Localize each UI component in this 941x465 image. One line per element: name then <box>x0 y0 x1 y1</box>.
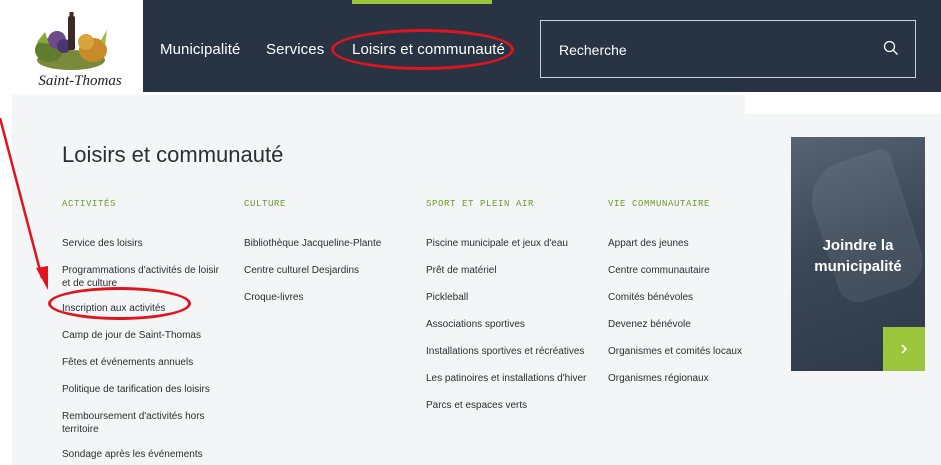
menu-link[interactable]: Associations sportives <box>426 318 606 331</box>
promo-card[interactable]: Joindre la municipalité <box>791 137 925 371</box>
menu-link[interactable]: Sondage après les événements <box>62 448 230 461</box>
menu-link[interactable]: Pickleball <box>426 291 606 304</box>
chevron-right-icon <box>901 344 908 354</box>
site-logo[interactable]: Saint-Thomas <box>17 0 143 95</box>
column-heading: VIE COMMUNAUTAIRE <box>608 199 711 209</box>
menu-link[interactable]: Programmations d'activités de loisir et … <box>62 264 230 290</box>
menu-link[interactable]: Remboursement d'activités hors territoir… <box>62 410 230 436</box>
menu-link[interactable]: Organismes régionaux <box>608 372 778 385</box>
menu-link[interactable]: Prêt de matériel <box>426 264 606 277</box>
menu-column-activites: ACTIVITÉS Service des loisirs Programmat… <box>62 199 230 465</box>
menu-link[interactable]: Piscine municipale et jeux d'eau <box>426 237 606 250</box>
menu-link[interactable]: Appart des jeunes <box>608 237 778 250</box>
menu-link[interactable]: Croque-livres <box>244 291 414 304</box>
menu-link[interactable]: Centre culturel Desjardins <box>244 264 414 277</box>
logo-emblem-icon <box>35 12 107 70</box>
search-input[interactable]: Recherche <box>540 20 916 78</box>
search-label: Recherche <box>559 42 627 58</box>
column-heading: SPORT ET PLEIN AIR <box>426 199 535 209</box>
menu-link[interactable]: Les patinoires et installations d'hiver <box>426 372 606 385</box>
menu-link[interactable]: Centre communautaire <box>608 264 778 277</box>
menu-link[interactable]: Organismes et comités locaux <box>608 345 778 358</box>
menu-link[interactable]: Politique de tarification des loisirs <box>62 383 230 396</box>
promo-background-image <box>801 146 925 308</box>
menu-link-inscription[interactable]: Inscription aux activités <box>62 302 230 315</box>
panel-divider <box>745 92 941 114</box>
promo-title: Joindre la municipalité <box>814 237 902 275</box>
menu-link[interactable]: Fêtes et événements annuels <box>62 356 230 369</box>
search-icon[interactable] <box>883 40 899 56</box>
logo-wordmark: Saint-Thomas <box>38 73 122 89</box>
menu-link[interactable]: Installations sportives et récréatives <box>426 345 606 358</box>
menu-link[interactable]: Parcs et espaces verts <box>426 399 606 412</box>
menu-column-vie-communautaire: VIE COMMUNAUTAIRE Appart des jeunes Cent… <box>608 199 778 399</box>
menu-link[interactable]: Bibliothèque Jacqueline-Plante <box>244 237 414 250</box>
menu-link[interactable]: Comités bénévoles <box>608 291 778 304</box>
column-heading: ACTIVITÉS <box>62 199 117 209</box>
nav-item-services[interactable]: Services <box>266 41 324 58</box>
column-heading: CULTURE <box>244 199 287 209</box>
menu-column-culture: CULTURE Bibliothèque Jacqueline-Plante C… <box>244 199 414 318</box>
nav-item-municipalite[interactable]: Municipalité <box>160 41 240 58</box>
menu-title: Loisirs et communauté <box>62 142 284 167</box>
active-tab-indicator <box>352 0 492 4</box>
nav-item-loisirs[interactable]: Loisirs et communauté <box>352 41 505 58</box>
menu-column-sport: SPORT ET PLEIN AIR Piscine municipale et… <box>426 199 606 426</box>
menu-link[interactable]: Service des loisirs <box>62 237 230 250</box>
menu-link[interactable]: Camp de jour de Saint-Thomas <box>62 329 230 342</box>
promo-arrow-button[interactable] <box>883 327 925 371</box>
menu-link[interactable]: Devenez bénévole <box>608 318 778 331</box>
